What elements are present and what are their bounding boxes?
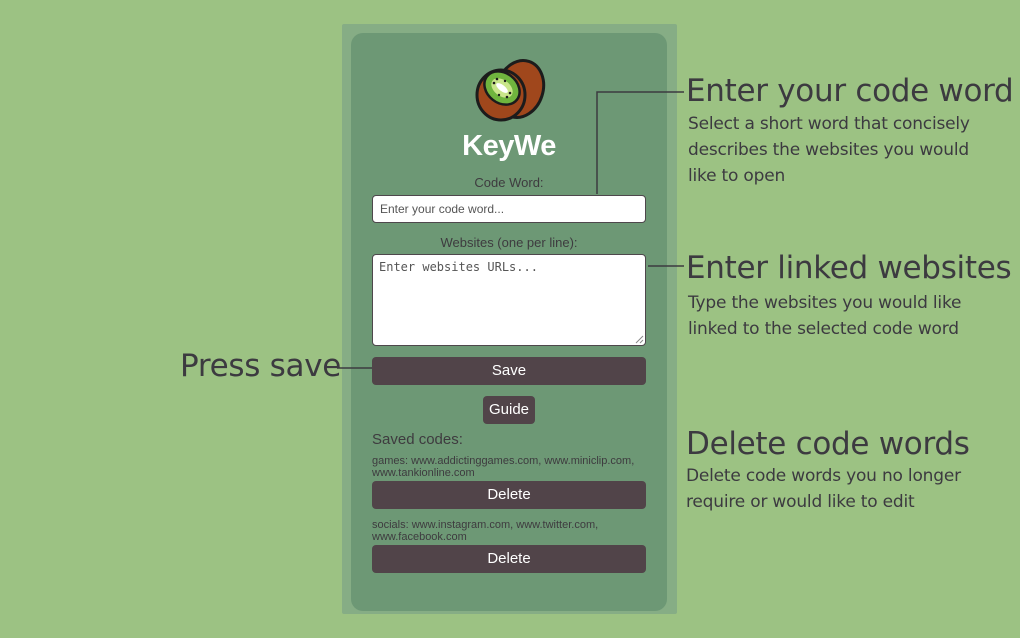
annotation-code-word-title: Enter your code word	[686, 73, 1014, 109]
annotation-delete-line: require or would like to edit	[686, 492, 915, 512]
annotation-websites-title: Enter linked websites	[686, 250, 1012, 286]
annotation-code-word-line: Select a short word that concisely	[688, 114, 970, 134]
annotation-delete-title: Delete code words	[686, 426, 970, 462]
annotation-code-word-line: like to open	[688, 166, 786, 186]
annotation-delete-line: Delete code words you no longer	[686, 466, 961, 486]
code-word-connector	[596, 91, 684, 194]
annotation-save-title: Press save	[180, 348, 342, 384]
annotation-websites-line: Type the websites you would like	[688, 293, 962, 313]
annotation-code-word-line: describes the websites you would	[688, 140, 969, 160]
annotation-websites-line: linked to the selected code word	[688, 319, 959, 339]
